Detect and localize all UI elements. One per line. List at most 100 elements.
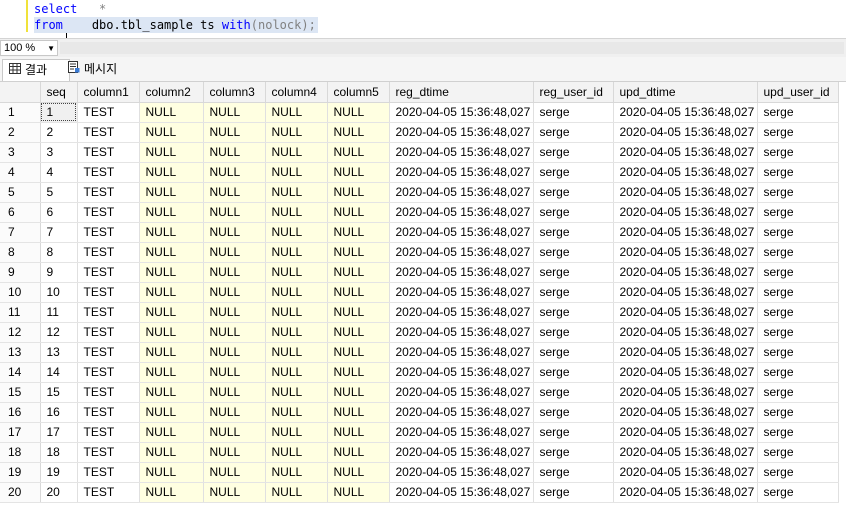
table-cell[interactable]: NULL xyxy=(327,162,390,183)
table-cell[interactable]: 20 xyxy=(40,482,78,503)
table-cell[interactable]: NULL xyxy=(139,142,204,163)
table-cell[interactable]: TEST xyxy=(77,342,140,363)
table-cell[interactable]: 2020-04-05 15:36:48,027 xyxy=(613,182,758,203)
table-cell[interactable]: serge xyxy=(757,262,839,283)
table-cell[interactable]: TEST xyxy=(77,402,140,423)
row-number[interactable]: 17 xyxy=(0,422,41,443)
table-cell[interactable]: serge xyxy=(757,202,839,223)
table-cell[interactable]: 15 xyxy=(40,382,78,403)
table-cell[interactable]: 19 xyxy=(40,462,78,483)
row-number[interactable]: 19 xyxy=(0,462,41,483)
table-cell[interactable]: NULL xyxy=(327,242,390,263)
table-cell[interactable]: NULL xyxy=(265,162,328,183)
table-cell[interactable]: serge xyxy=(757,122,839,143)
table-cell[interactable]: NULL xyxy=(139,322,204,343)
table-cell[interactable]: 2020-04-05 15:36:48,027 xyxy=(389,162,534,183)
code-line-2[interactable]: from dbo.tbl_sample ts with(nolock); xyxy=(34,17,318,33)
table-cell[interactable]: serge xyxy=(533,402,614,423)
table-cell[interactable]: TEST xyxy=(77,162,140,183)
table-cell[interactable]: NULL xyxy=(139,262,204,283)
table-cell[interactable]: NULL xyxy=(327,282,390,303)
table-cell[interactable]: NULL xyxy=(139,402,204,423)
table-cell[interactable]: 2020-04-05 15:36:48,027 xyxy=(389,362,534,383)
table-cell[interactable]: 2020-04-05 15:36:48,027 xyxy=(389,102,534,123)
column-header[interactable]: column1 xyxy=(77,82,140,103)
table-cell[interactable]: NULL xyxy=(203,202,266,223)
table-cell[interactable]: NULL xyxy=(139,302,204,323)
row-number[interactable]: 3 xyxy=(0,142,41,163)
table-cell[interactable]: serge xyxy=(533,122,614,143)
column-header[interactable]: column4 xyxy=(265,82,328,103)
table-cell[interactable]: NULL xyxy=(203,102,266,123)
chevron-down-icon[interactable]: ▼ xyxy=(47,41,55,57)
table-cell[interactable]: TEST xyxy=(77,302,140,323)
table-cell[interactable]: 7 xyxy=(40,222,78,243)
table-cell[interactable]: 2020-04-05 15:36:48,027 xyxy=(613,302,758,323)
table-cell[interactable]: NULL xyxy=(203,162,266,183)
table-cell[interactable]: NULL xyxy=(327,482,390,503)
table-cell[interactable]: NULL xyxy=(327,402,390,423)
table-cell[interactable]: NULL xyxy=(265,242,328,263)
row-number[interactable]: 20 xyxy=(0,482,41,503)
table-cell[interactable]: NULL xyxy=(265,442,328,463)
table-cell[interactable]: NULL xyxy=(327,202,390,223)
table-cell[interactable]: 2020-04-05 15:36:48,027 xyxy=(613,482,758,503)
table-cell[interactable]: serge xyxy=(757,422,839,443)
table-cell[interactable]: serge xyxy=(533,222,614,243)
table-cell[interactable]: NULL xyxy=(139,102,204,123)
column-header[interactable]: upd_dtime xyxy=(613,82,758,103)
table-cell[interactable]: NULL xyxy=(203,382,266,403)
table-cell[interactable]: NULL xyxy=(265,362,328,383)
table-cell[interactable]: TEST xyxy=(77,322,140,343)
table-cell[interactable]: TEST xyxy=(77,262,140,283)
table-cell[interactable]: NULL xyxy=(203,442,266,463)
table-cell[interactable]: NULL xyxy=(139,182,204,203)
column-header[interactable]: column2 xyxy=(139,82,204,103)
table-cell[interactable]: 2020-04-05 15:36:48,027 xyxy=(389,262,534,283)
column-header[interactable]: reg_user_id xyxy=(533,82,614,103)
sql-editor[interactable]: select * from dbo.tbl_sample ts with(nol… xyxy=(0,0,846,39)
table-cell[interactable]: 2020-04-05 15:36:48,027 xyxy=(389,282,534,303)
table-cell[interactable]: NULL xyxy=(203,242,266,263)
table-cell[interactable]: 10 xyxy=(40,282,78,303)
column-header[interactable]: column3 xyxy=(203,82,266,103)
column-header[interactable]: upd_user_id xyxy=(757,82,839,103)
table-cell[interactable]: NULL xyxy=(327,222,390,243)
table-cell[interactable]: serge xyxy=(757,342,839,363)
table-cell[interactable]: 2020-04-05 15:36:48,027 xyxy=(613,402,758,423)
table-cell[interactable]: TEST xyxy=(77,242,140,263)
table-cell[interactable]: NULL xyxy=(265,422,328,443)
table-cell[interactable]: NULL xyxy=(203,482,266,503)
table-cell[interactable]: serge xyxy=(533,162,614,183)
table-cell[interactable]: 2020-04-05 15:36:48,027 xyxy=(613,442,758,463)
table-cell[interactable]: 2020-04-05 15:36:48,027 xyxy=(613,362,758,383)
table-cell[interactable]: TEST xyxy=(77,482,140,503)
table-cell[interactable]: 3 xyxy=(40,142,78,163)
table-cell[interactable]: NULL xyxy=(265,462,328,483)
table-cell[interactable]: serge xyxy=(533,282,614,303)
table-cell[interactable]: NULL xyxy=(265,122,328,143)
row-number[interactable]: 14 xyxy=(0,362,41,383)
table-cell[interactable]: NULL xyxy=(327,302,390,323)
table-cell[interactable]: serge xyxy=(533,342,614,363)
table-cell[interactable]: 13 xyxy=(40,342,78,363)
table-cell[interactable]: 2020-04-05 15:36:48,027 xyxy=(389,122,534,143)
table-cell[interactable]: serge xyxy=(533,422,614,443)
table-cell[interactable]: NULL xyxy=(265,262,328,283)
corner-cell[interactable] xyxy=(0,82,41,103)
table-cell[interactable]: serge xyxy=(533,462,614,483)
table-cell[interactable]: serge xyxy=(757,402,839,423)
table-cell[interactable]: NULL xyxy=(327,182,390,203)
table-cell[interactable]: 2020-04-05 15:36:48,027 xyxy=(613,122,758,143)
table-cell[interactable]: serge xyxy=(533,202,614,223)
table-cell[interactable]: NULL xyxy=(139,202,204,223)
row-number[interactable]: 2 xyxy=(0,122,41,143)
table-cell[interactable]: NULL xyxy=(203,282,266,303)
table-cell[interactable]: 2020-04-05 15:36:48,027 xyxy=(613,322,758,343)
column-header[interactable]: reg_dtime xyxy=(389,82,534,103)
table-cell[interactable]: serge xyxy=(533,182,614,203)
table-cell[interactable]: NULL xyxy=(265,322,328,343)
table-cell[interactable]: serge xyxy=(757,462,839,483)
table-cell[interactable]: 2020-04-05 15:36:48,027 xyxy=(613,242,758,263)
table-cell[interactable]: NULL xyxy=(265,102,328,123)
